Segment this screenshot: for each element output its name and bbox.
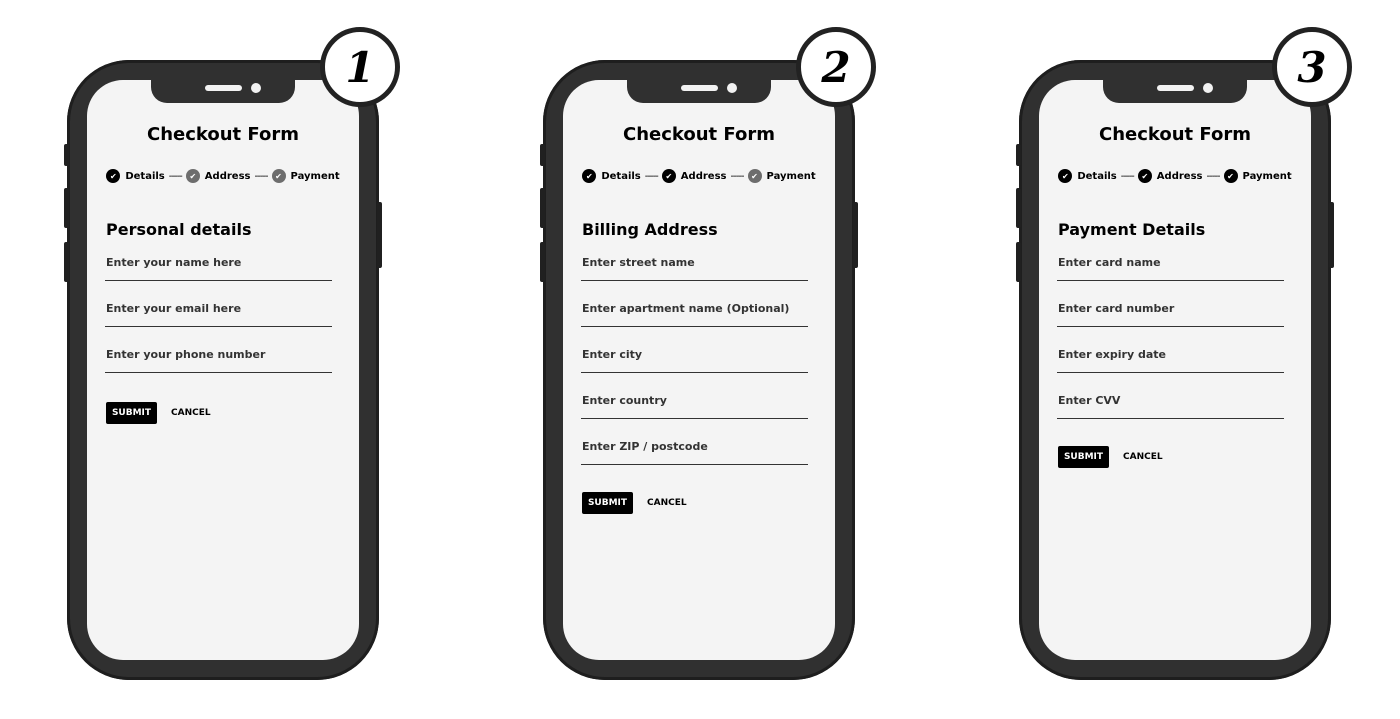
cancel-button[interactable]: CANCEL: [647, 492, 687, 514]
city-field[interactable]: Enter city: [581, 347, 808, 373]
step-details: ✔ Details: [1058, 169, 1117, 183]
step-separator: -----: [644, 170, 659, 182]
power-button: [377, 202, 382, 268]
step-label: Details: [125, 170, 165, 182]
form-title: Checkout Form: [622, 124, 775, 145]
check-icon: ✔: [106, 169, 121, 183]
step-separator: -----: [730, 170, 744, 182]
notch: [151, 80, 295, 103]
phone-mockup-3: Checkout Form ✔ Details ----- ✔ Address --…: [1016, 27, 1352, 680]
step-address: ✔ Address: [661, 169, 727, 183]
notch: [627, 80, 771, 103]
zip-field[interactable]: Enter ZIP / postcode: [581, 439, 808, 465]
check-icon: ✔: [1223, 169, 1238, 183]
step-label: Payment: [766, 170, 816, 182]
name-field[interactable]: Enter your name here: [105, 255, 332, 281]
email-field[interactable]: Enter your email here: [105, 301, 332, 327]
cancel-button[interactable]: CANCEL: [171, 402, 211, 424]
check-icon: ✔: [1137, 169, 1152, 183]
mute-switch: [1016, 144, 1021, 166]
mute-switch: [64, 144, 69, 166]
step-payment: ✔ Payment: [1223, 169, 1292, 183]
volume-down-button: [1016, 242, 1021, 282]
card-name-field[interactable]: Enter card name: [1057, 255, 1284, 281]
step-separator: -----: [1206, 170, 1220, 182]
expiry-date-field[interactable]: Enter expiry date: [1057, 347, 1284, 373]
step-details: ✔ Details: [106, 169, 165, 183]
phone-screen: Checkout Form ✔ Details ----- ✔ Address --…: [563, 80, 835, 660]
step-indicator: ✔ Details ----- ✔ Address ----- ✔ Payment: [563, 169, 835, 183]
section-title: Billing Address: [582, 220, 718, 239]
country-field[interactable]: Enter country: [581, 393, 808, 419]
step-label: Details: [601, 170, 641, 182]
volume-down-button: [64, 242, 69, 282]
phone-screen: Checkout Form ✔ Details ----- ✔ Address --…: [87, 80, 359, 660]
speaker: [681, 85, 718, 91]
section-title: Payment Details: [1058, 220, 1206, 239]
speaker: [1157, 85, 1194, 91]
submit-button[interactable]: SUBMIT: [106, 402, 157, 424]
step-indicator: ✔ Details ----- ✔ Address ----- ✔ Payment: [1039, 169, 1311, 183]
power-button: [853, 202, 858, 268]
apartment-field[interactable]: Enter apartment name (Optional): [581, 301, 808, 327]
card-number-field[interactable]: Enter card number: [1057, 301, 1284, 327]
volume-up-button: [64, 188, 69, 228]
step-address: ✔ Address: [185, 169, 251, 183]
step-number-badge: 3: [1272, 27, 1352, 107]
camera-icon: [727, 83, 737, 93]
step-number-badge: 2: [796, 27, 876, 107]
phone-mockup-2: Checkout Form ✔ Details ----- ✔ Address --…: [540, 27, 876, 680]
street-field[interactable]: Enter street name: [581, 255, 808, 281]
volume-up-button: [1016, 188, 1021, 228]
section-title: Personal details: [106, 220, 252, 239]
step-separator: -----: [168, 170, 183, 182]
check-icon: ✔: [661, 169, 676, 183]
step-details: ✔ Details: [582, 169, 641, 183]
step-number-badge: 1: [320, 27, 400, 107]
step-label: Address: [1156, 170, 1203, 182]
volume-down-button: [540, 242, 545, 282]
step-label: Address: [680, 170, 727, 182]
submit-button[interactable]: SUBMIT: [582, 492, 633, 514]
phone-mockup-1: Checkout Form ✔ Details ----- ✔ Address --…: [64, 27, 400, 680]
check-icon: ✔: [1058, 169, 1073, 183]
submit-button[interactable]: SUBMIT: [1058, 446, 1109, 468]
phone-screen: Checkout Form ✔ Details ----- ✔ Address --…: [1039, 80, 1311, 660]
volume-up-button: [540, 188, 545, 228]
mute-switch: [540, 144, 545, 166]
form-title: Checkout Form: [1098, 124, 1251, 145]
camera-icon: [1203, 83, 1213, 93]
power-button: [1329, 202, 1334, 268]
step-indicator: ✔ Details ----- ✔ Address ----- ✔ Payment: [87, 169, 359, 183]
speaker: [205, 85, 242, 91]
check-icon: ✔: [582, 169, 597, 183]
step-label: Details: [1077, 170, 1117, 182]
check-icon: ✔: [747, 169, 762, 183]
form-title: Checkout Form: [146, 124, 299, 145]
step-label: Payment: [1242, 170, 1292, 182]
cvv-field[interactable]: Enter CVV: [1057, 393, 1284, 419]
step-label: Payment: [290, 170, 340, 182]
cancel-button[interactable]: CANCEL: [1123, 446, 1163, 468]
check-icon: ✔: [271, 169, 286, 183]
notch: [1103, 80, 1247, 103]
step-separator: -----: [1120, 170, 1135, 182]
step-separator: -----: [254, 170, 268, 182]
step-payment: ✔ Payment: [271, 169, 340, 183]
camera-icon: [251, 83, 261, 93]
step-payment: ✔ Payment: [747, 169, 816, 183]
phone-field[interactable]: Enter your phone number: [105, 347, 332, 373]
check-icon: ✔: [185, 169, 200, 183]
step-address: ✔ Address: [1137, 169, 1203, 183]
step-label: Address: [204, 170, 251, 182]
